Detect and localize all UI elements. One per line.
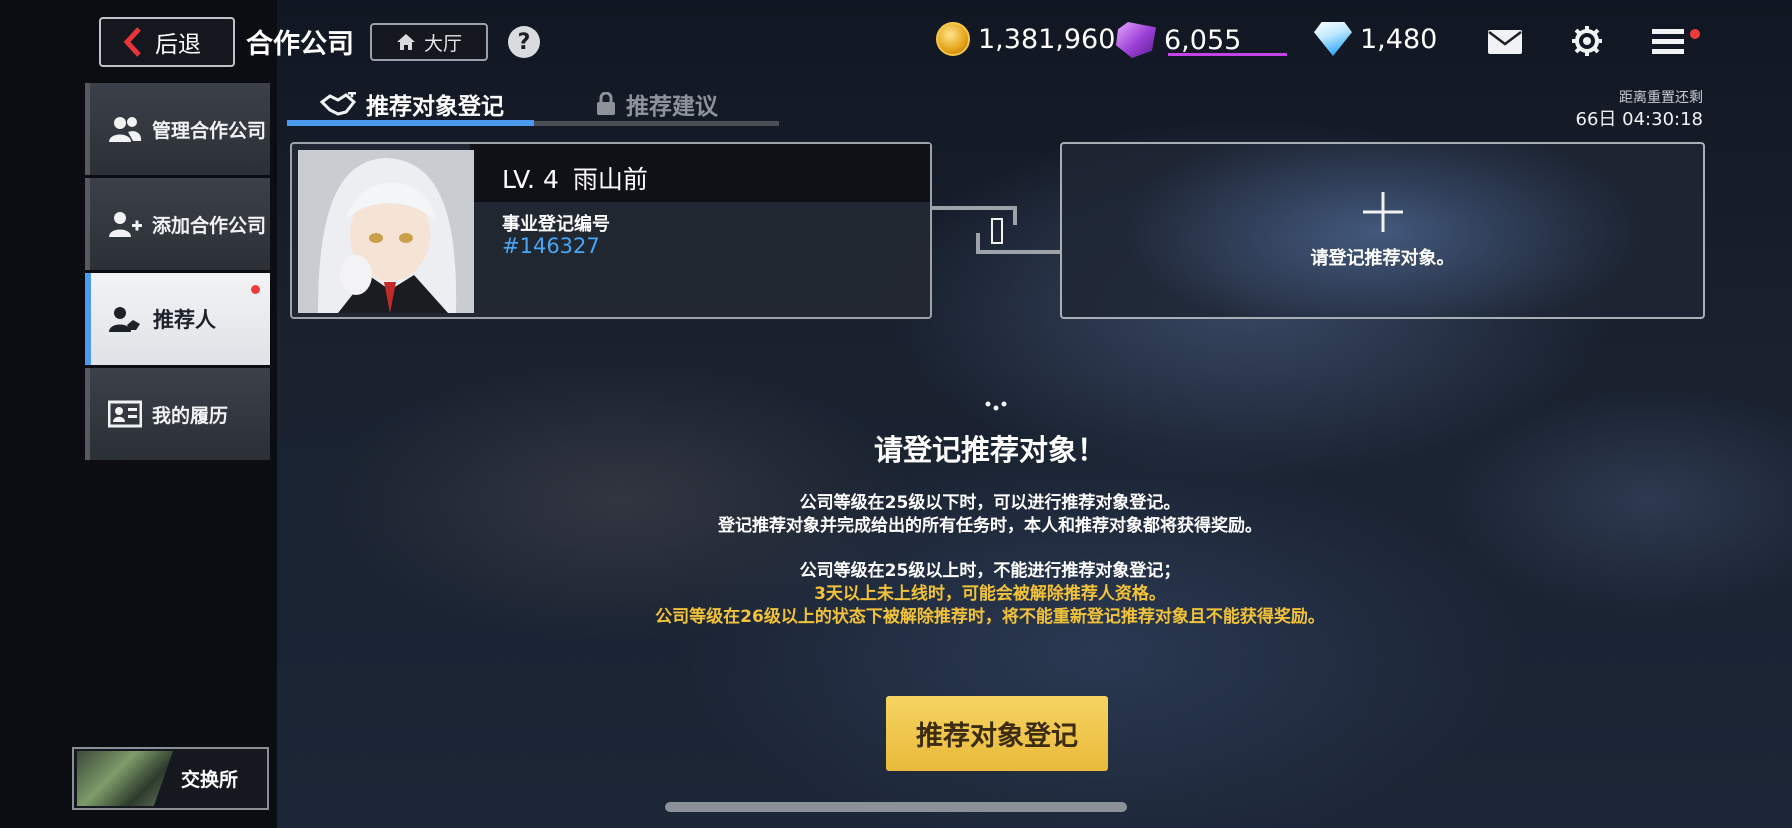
back-label: 后退 (155, 32, 201, 58)
purple-gem-amount: 6,055 (1164, 24, 1242, 56)
mail-icon[interactable] (1488, 30, 1522, 54)
link-connector (932, 206, 1060, 254)
exchange-button[interactable]: 交换所 (72, 747, 269, 810)
sidebar-item-label: 我的履历 (152, 404, 229, 427)
people-icon (109, 117, 142, 142)
warning-line: 3天以上未上线时，可能会被解除推荐人资格。 (814, 584, 1166, 604)
add-referral-slot[interactable]: 请登记推荐对象。 (1060, 142, 1705, 319)
lock-icon (597, 92, 615, 115)
handshake-icon (320, 92, 356, 116)
sidebar-item-label: 添加合作公司 (152, 214, 267, 237)
referrer-name: 雨山前 (572, 165, 648, 194)
referrer-level: LV. 4 (502, 165, 559, 194)
blue-diamond-icon (1314, 22, 1352, 56)
profile-card-icon (108, 400, 142, 428)
exchange-thumbnail (77, 751, 173, 806)
reset-countdown-time: 66日 04:30:18 (1575, 109, 1703, 130)
purple-gem-icon (1116, 22, 1156, 58)
info-title: 请登记推荐对象！ (873, 433, 1106, 467)
info-line: 公司等级在25级以下时，可以进行推荐对象登记。 (799, 493, 1181, 513)
help-button[interactable]: ? (508, 26, 540, 58)
tab-label: 推荐建议 (626, 94, 718, 120)
sidebar-item-add-partner[interactable]: 添加合作公司 (85, 178, 270, 270)
page-title: 合作公司 (246, 29, 354, 60)
reset-countdown-label: 距离重置还剩 (1619, 90, 1703, 106)
sidebar-item-manage-partners[interactable]: 管理合作公司 (85, 83, 270, 175)
purple-gem-underline (1168, 53, 1287, 56)
exchange-label: 交换所 (181, 769, 239, 791)
home-indicator[interactable] (665, 802, 1127, 812)
home-icon (396, 34, 415, 50)
tab-active-indicator (287, 120, 534, 126)
gear-icon[interactable] (1571, 25, 1603, 57)
warning-line: 公司等级在26级以上的状态下被解除推荐时，将不能重新登记推荐对象且不能获得奖励。 (655, 607, 1325, 627)
add-person-icon (109, 212, 142, 237)
character-illustration (298, 150, 474, 313)
menu-notification-dot (1690, 29, 1700, 39)
menu-icon[interactable] (1652, 27, 1684, 57)
tab-recommendation[interactable]: 推荐建议 (596, 86, 718, 122)
lobby-button[interactable]: 大厅 (370, 23, 488, 61)
chevron-left-icon (123, 27, 141, 57)
lobby-label: 大厅 (423, 32, 462, 55)
registration-label: 事业登记编号 (502, 214, 610, 235)
plus-icon (1362, 191, 1403, 232)
add-referral-text: 请登记推荐对象。 (1310, 247, 1455, 269)
tab-label: 推荐对象登记 (366, 94, 504, 120)
sidebar-item-label: 推荐人 (153, 308, 216, 332)
sidebar-item-label: 管理合作公司 (152, 119, 267, 142)
gold-amount: 1,381,960 (978, 23, 1116, 55)
gold-currency: 1,381,960 (936, 22, 1115, 56)
handshake-person-icon (109, 307, 140, 332)
tab-register-referral[interactable]: 推荐对象登记 (320, 86, 504, 122)
register-referral-button[interactable]: 推荐对象登记 (886, 696, 1108, 771)
info-line: 登记推荐对象并完成给出的所有任务时，本人和推荐对象都将获得奖励。 (718, 516, 1262, 536)
diamond-currency: 1,480 (1314, 22, 1437, 56)
referrer-level-name: LV. 4 雨山前 (502, 160, 648, 196)
sidebar-item-referrer[interactable]: 推荐人 (85, 273, 270, 365)
notification-dot (251, 285, 260, 294)
gold-coin-icon (936, 22, 970, 56)
referrer-card: LV. 4 雨山前 事业登记编号 #146327 (290, 142, 932, 319)
dots-icon (985, 401, 1007, 411)
diamond-amount: 1,480 (1360, 23, 1438, 55)
character-portrait (298, 150, 474, 313)
info-line: 公司等级在25级以上时，不能进行推荐对象登记； (799, 561, 1181, 581)
registration-id: #146327 (502, 234, 600, 258)
back-button[interactable]: 后退 (99, 17, 235, 67)
